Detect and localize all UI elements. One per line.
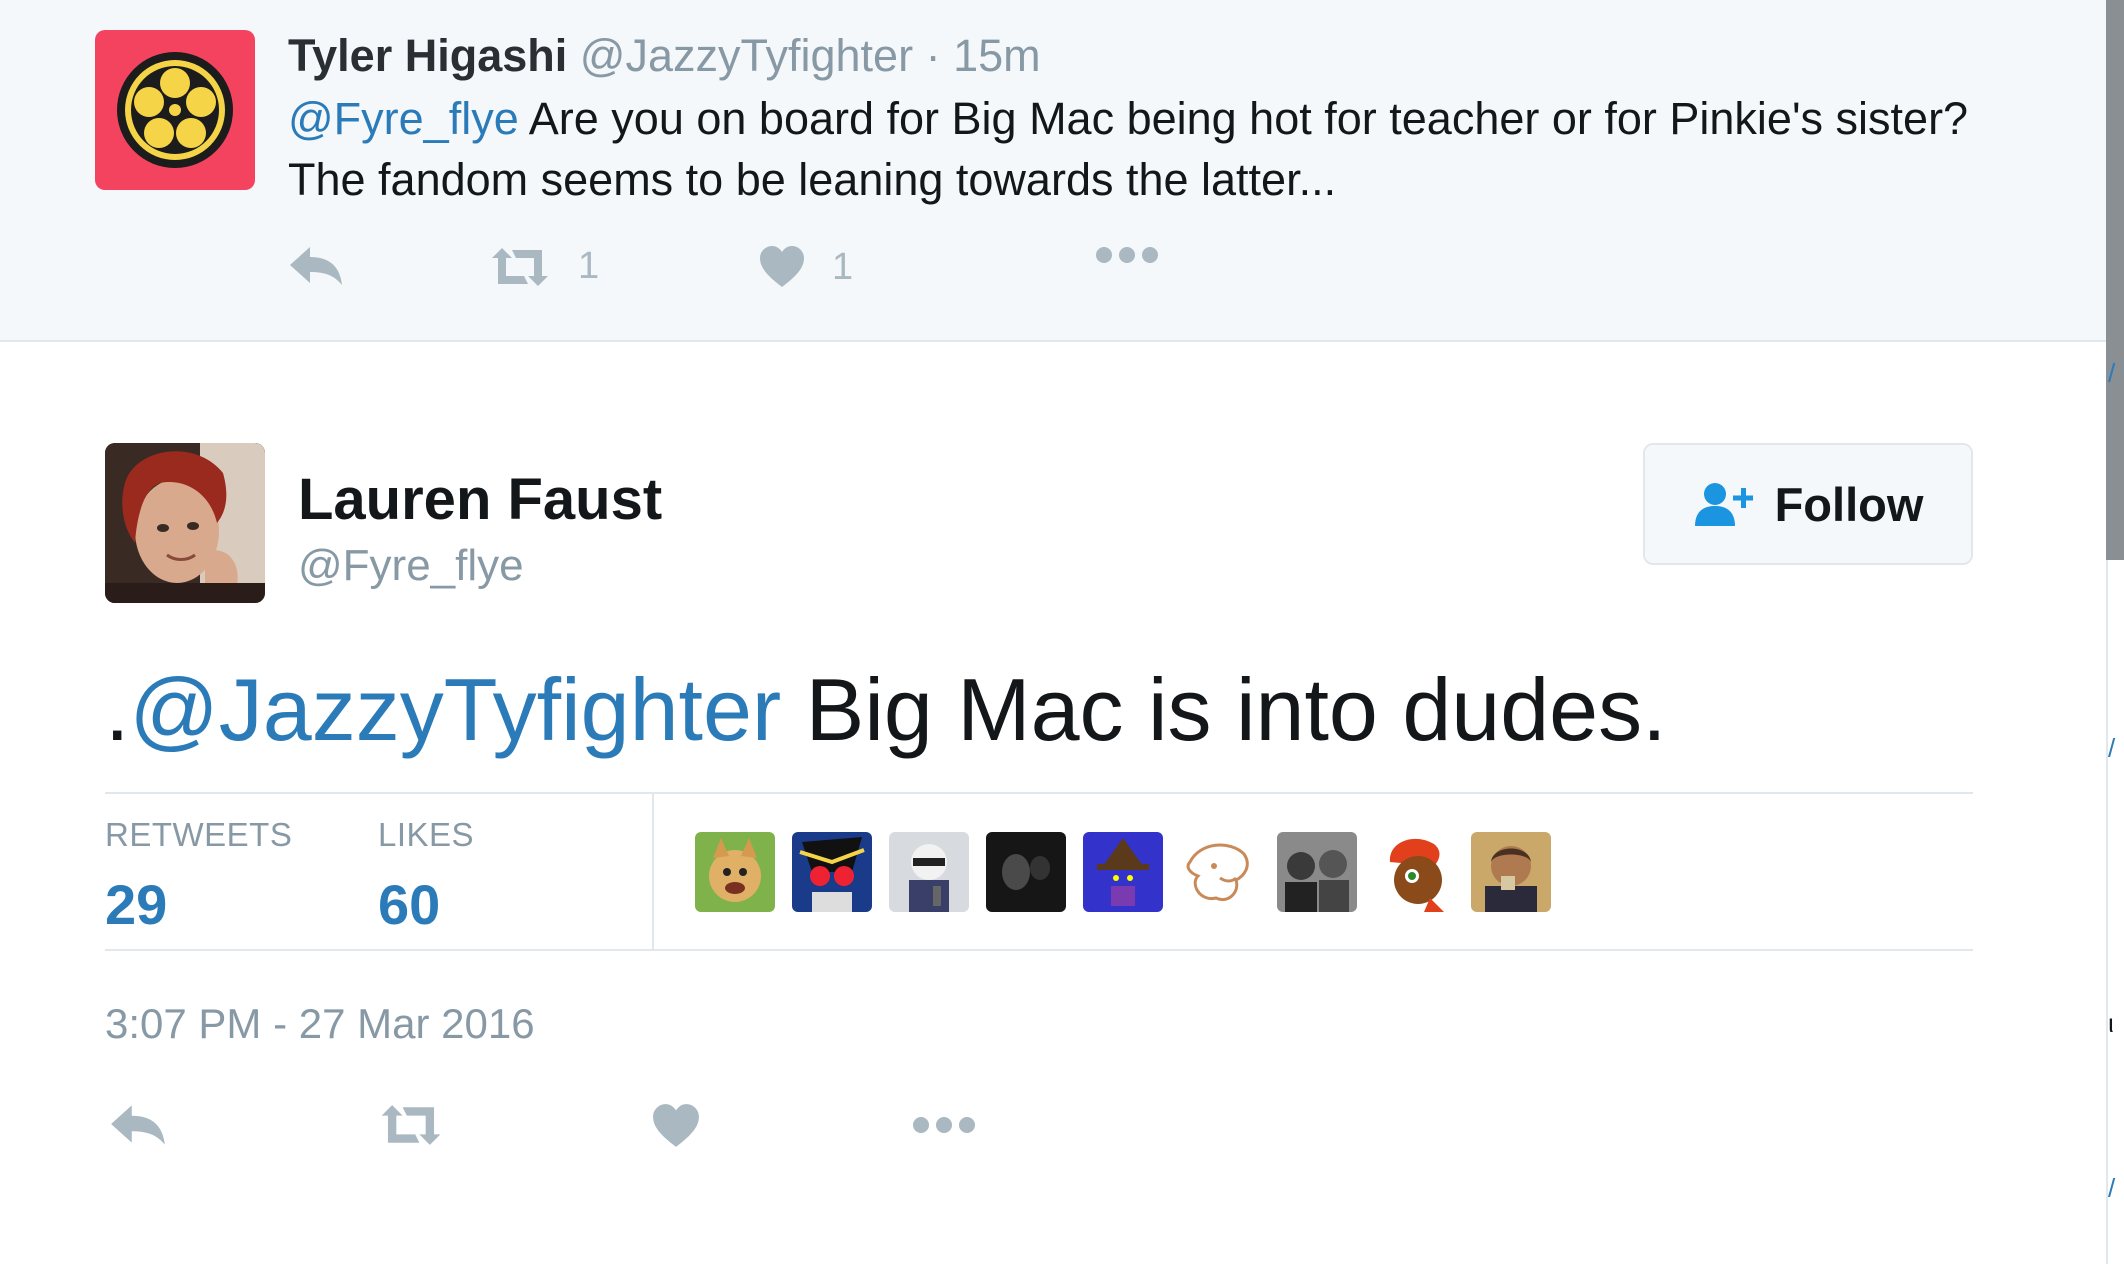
dot-separator: · (925, 30, 941, 81)
parent-like-count: 1 (832, 245, 854, 288)
like-button[interactable] (651, 1103, 701, 1154)
liker-avatar[interactable] (1471, 832, 1551, 912)
parent-reply-button[interactable] (288, 245, 346, 287)
more-button[interactable] (911, 1115, 977, 1140)
retweets-label: RETWEETS (105, 816, 293, 853)
likers-list (695, 832, 1551, 912)
likes-stat[interactable]: LIKES 60 (378, 816, 474, 937)
divider (652, 794, 654, 949)
parent-like-button[interactable]: 1 (758, 245, 853, 289)
edge-glyph: / (2108, 1173, 2116, 1203)
parent-retweet-count: 1 (578, 245, 600, 287)
tweet-prefix: . (105, 660, 130, 759)
parent-retweet-button[interactable]: 1 (488, 245, 599, 288)
parent-tweet[interactable]: Tyler Higashi @JazzyTyfighter · 15m @Fyr… (0, 0, 2106, 342)
follow-label: Follow (1774, 477, 1924, 531)
liker-avatar[interactable] (1277, 832, 1357, 912)
more-icon (913, 1117, 975, 1133)
follow-user-icon (1694, 483, 1753, 526)
parent-tweet-time[interactable]: 15m (953, 30, 1041, 81)
main-tweet-text: .@JazzyTyfighter Big Mac is into dudes. (105, 660, 1667, 760)
reply-icon (111, 1105, 165, 1145)
main-mention-link[interactable]: @JazzyTyfighter (129, 660, 781, 759)
tweet-timestamp[interactable]: 3:07 PM - 27 Mar 2016 (105, 1000, 535, 1048)
edge-glyph: ι (2108, 1008, 2114, 1038)
parent-tweet-text: @Fyre_flye Are you on board for Big Mac … (288, 88, 2028, 210)
liker-avatar[interactable] (695, 832, 775, 912)
retweet-button[interactable] (377, 1103, 445, 1152)
scrollbar[interactable] (2106, 0, 2124, 560)
main-tweet-actions (105, 1103, 1105, 1163)
parent-tweet-header: Tyler Higashi @JazzyTyfighter · 15m (288, 30, 1041, 82)
liker-avatar[interactable] (1083, 832, 1163, 912)
main-author-handle[interactable]: @Fyre_flye (298, 541, 524, 591)
likes-label: LIKES (378, 816, 475, 853)
main-tweet-body: Big Mac is into dudes. (781, 660, 1667, 759)
divider (105, 792, 1973, 794)
liker-avatar[interactable] (986, 832, 1066, 912)
liker-avatar[interactable] (1374, 832, 1454, 912)
edge-glyph: / (2108, 358, 2116, 388)
more-icon (1096, 247, 1158, 263)
retweets-value: 29 (105, 873, 168, 936)
retweet-icon (381, 1105, 441, 1145)
parent-mention-link[interactable]: @Fyre_flye (288, 93, 519, 144)
likes-value: 60 (378, 873, 441, 936)
parent-tweet-actions: 1 1 (288, 245, 1288, 305)
edge-glyph: / (2108, 733, 2116, 763)
liker-avatar[interactable] (1180, 832, 1260, 912)
liker-avatar[interactable] (792, 832, 872, 912)
parent-tweet-body: Are you on board for Big Mac being hot f… (288, 93, 1969, 205)
retweets-stat[interactable]: RETWEETS 29 (105, 816, 292, 937)
profile-photo (105, 443, 265, 603)
main-author-name[interactable]: Lauren Faust (298, 466, 662, 533)
heart-icon (653, 1104, 699, 1147)
parent-more-button[interactable] (1094, 245, 1160, 265)
parent-author-handle[interactable]: @JazzyTyfighter (580, 30, 913, 81)
parent-avatar[interactable] (95, 30, 255, 190)
reply-button[interactable] (109, 1103, 169, 1152)
divider (105, 949, 1973, 951)
heart-icon (760, 246, 804, 287)
liker-avatar[interactable] (889, 832, 969, 912)
main-avatar[interactable] (105, 443, 265, 603)
retweet-icon (492, 247, 548, 286)
parent-author-name[interactable]: Tyler Higashi (288, 30, 567, 81)
follow-button[interactable]: Follow (1643, 443, 1973, 565)
reply-icon (290, 247, 342, 285)
crest-icon (117, 52, 233, 168)
